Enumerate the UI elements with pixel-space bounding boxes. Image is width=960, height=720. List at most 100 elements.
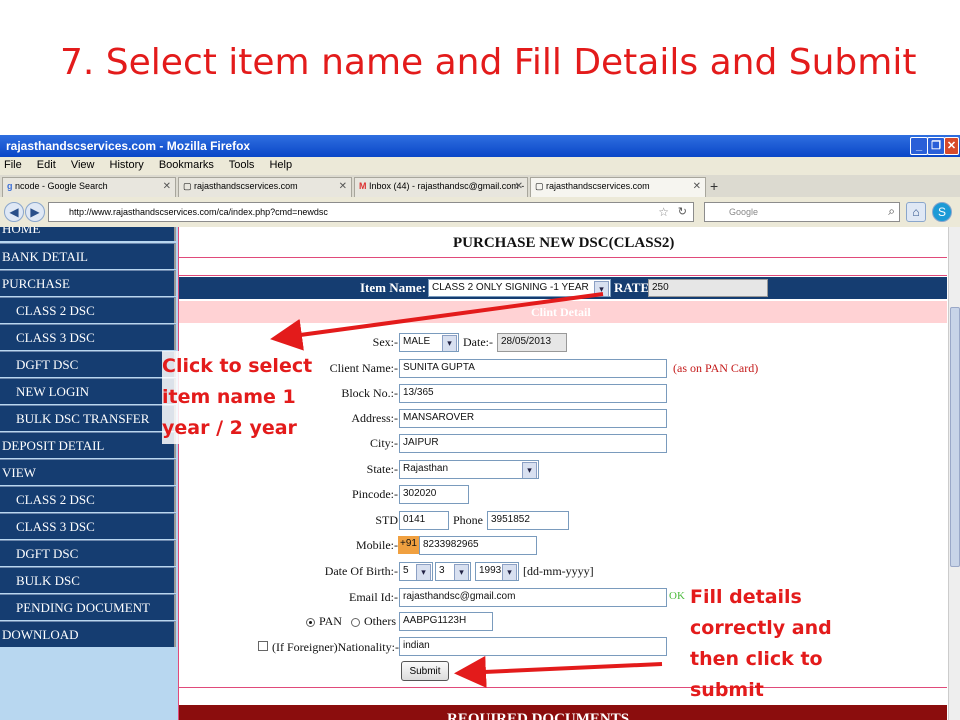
dob-year-select[interactable]: 1993 <box>475 562 519 581</box>
search-input[interactable]: Google ⌕ <box>704 202 900 222</box>
address-input[interactable]: MANSAROVER <box>399 409 667 428</box>
others-radio[interactable] <box>351 618 360 627</box>
back-icon[interactable]: ◀ <box>4 202 24 222</box>
sidebar-item-class2-dsc[interactable]: CLASS 2 DSC <box>0 297 176 323</box>
reload-icon[interactable]: ↻ <box>678 205 687 218</box>
foreigner-checkbox[interactable] <box>258 641 268 651</box>
sidebar-item-class3-dsc[interactable]: CLASS 3 DSC <box>0 324 176 350</box>
menu-file[interactable]: File <box>4 159 22 171</box>
scroll-thumb[interactable] <box>950 307 960 567</box>
maximize-icon[interactable]: ❐ <box>927 137 945 155</box>
bookmark-star-icon[interactable]: ☆ <box>658 205 669 219</box>
sex-select[interactable]: MALE <box>399 333 459 352</box>
sidebar-item-download[interactable]: DOWNLOAD <box>0 621 176 647</box>
dob-day-select[interactable]: 5 <box>399 562 433 581</box>
rate-field: 250 <box>648 279 768 297</box>
sidebar-item-view-class2-dsc[interactable]: CLASS 2 DSC <box>0 486 176 512</box>
dob-month-select[interactable]: 3 <box>435 562 471 581</box>
item-name-select[interactable]: CLASS 2 ONLY SIGNING -1 YEAR <box>428 279 611 297</box>
callout-line: correctly and <box>690 617 832 639</box>
pincode-input[interactable]: 302020 <box>399 485 469 504</box>
rate-value: 250 <box>652 282 669 293</box>
tab-label: Inbox (44) - rajasthandsc@gmail.com - G.… <box>369 181 528 191</box>
block-no-input[interactable]: 13/365 <box>399 384 667 403</box>
pincode-label: Pincode:- <box>352 487 398 501</box>
skype-icon[interactable]: S <box>932 202 952 222</box>
gmail-icon: M <box>359 181 367 191</box>
state-select[interactable]: Rajasthan <box>399 460 539 479</box>
menu-view[interactable]: View <box>71 159 95 171</box>
vertical-scrollbar[interactable] <box>948 227 960 720</box>
menu-help[interactable]: Help <box>269 159 292 171</box>
block-no-value: 13/365 <box>403 387 434 398</box>
sidebar-item-bulk-dsc-transfer[interactable]: BULK DSC TRANSFER <box>0 405 176 431</box>
callout-fill-submit: Fill details correctly and then click to… <box>690 582 832 706</box>
email-input[interactable]: rajasthandsc@gmail.com <box>399 588 667 607</box>
tab-close-icon[interactable]: ✕ <box>339 181 347 192</box>
pan-radio[interactable] <box>306 618 315 627</box>
sidebar-item-view-dgft-dsc[interactable]: DGFT DSC <box>0 540 176 566</box>
minimize-icon[interactable]: _ <box>910 137 928 155</box>
nationality-input[interactable]: indian <box>399 637 667 656</box>
forward-icon[interactable]: ▶ <box>25 202 45 222</box>
tab-label: ncode - Google Search <box>15 181 108 191</box>
state-value: Rajasthan <box>403 463 449 474</box>
menu-edit[interactable]: Edit <box>37 159 56 171</box>
sex-label: Sex:- <box>372 335 398 349</box>
dob-year-value: 1993 <box>479 565 502 576</box>
sidebar-item-bank-detail[interactable]: BANK DETAIL <box>0 243 176 269</box>
pan-number-input[interactable]: AABPG1123H <box>399 612 493 631</box>
tab-rajasthan-active[interactable]: ▢ rajasthandscservices.com ✕ <box>530 177 706 197</box>
date-field: 28/05/2013 <box>497 333 567 352</box>
pincode-value: 302020 <box>403 488 437 499</box>
tab-google-search[interactable]: g ncode - Google Search ✕ <box>2 177 176 197</box>
sidebar-item-bulk-dsc[interactable]: BULK DSC <box>0 567 176 593</box>
client-detail-header: Clint Detail <box>179 301 947 323</box>
url-input[interactable]: http://www.rajasthandscservices.com/ca/i… <box>48 202 694 222</box>
callout-line: Click to select <box>162 355 313 377</box>
search-placeholder: Google <box>729 207 759 217</box>
menu-history[interactable]: History <box>110 159 144 171</box>
callout-line: then click to <box>690 648 823 670</box>
client-name-input[interactable]: SUNITA GUPTA <box>399 359 667 378</box>
menu-tools[interactable]: Tools <box>229 159 255 171</box>
phone-input[interactable]: 3951852 <box>487 511 569 530</box>
sidebar-item-dgft-dsc[interactable]: DGFT DSC <box>0 351 176 377</box>
pan-number-value: AABPG1123H <box>403 615 467 626</box>
new-tab-icon[interactable]: + <box>710 178 718 194</box>
mobile-input[interactable]: 8233982965 <box>419 536 537 555</box>
tab-gmail-inbox[interactable]: M Inbox (44) - rajasthandsc@gmail.com - … <box>354 177 528 197</box>
window-titlebar: rajasthandscservices.com - Mozilla Firef… <box>0 135 960 157</box>
tab-close-icon[interactable]: ✕ <box>693 181 701 192</box>
sidebar-item-new-login[interactable]: NEW LOGIN <box>0 378 176 404</box>
nationality-label: (If Foreigner)Nationality:- <box>272 640 399 654</box>
tab-rajasthan-1[interactable]: ▢ rajasthandscservices.com ✕ <box>178 177 352 197</box>
city-input[interactable]: JAIPUR <box>399 434 667 453</box>
std-input[interactable]: 0141 <box>399 511 449 530</box>
pan-radio-label: PAN <box>319 614 342 628</box>
search-icon[interactable]: ⌕ <box>888 204 895 219</box>
sidebar-item-purchase[interactable]: PURCHASE <box>0 270 176 296</box>
submit-button[interactable]: Submit <box>401 661 449 681</box>
tab-close-icon[interactable]: ✕ <box>163 181 171 192</box>
sidebar: HOME BANK DETAIL PURCHASE CLASS 2 DSC CL… <box>0 227 178 720</box>
email-value: rajasthandsc@gmail.com <box>403 591 516 602</box>
page-icon: ▢ <box>183 181 192 191</box>
item-name-bar: Item Name: CLASS 2 ONLY SIGNING -1 YEAR … <box>179 277 947 299</box>
item-name-value: CLASS 2 ONLY SIGNING -1 YEAR <box>432 282 589 293</box>
dob-day-value: 5 <box>403 565 409 576</box>
required-documents-title: REQUIRED DOCUMENTS <box>447 711 630 720</box>
sidebar-item-deposit-detail[interactable]: DEPOSIT DETAIL <box>0 432 176 458</box>
google-icon: g <box>7 181 13 191</box>
tab-close-icon[interactable]: ✕ <box>515 181 523 192</box>
home-icon[interactable]: ⌂ <box>906 202 926 222</box>
menu-bar: File Edit View History Bookmarks Tools H… <box>0 157 960 175</box>
state-label: State:- <box>366 462 398 476</box>
sidebar-item-home[interactable]: HOME <box>0 227 176 241</box>
sidebar-item-view-class3-dsc[interactable]: CLASS 3 DSC <box>0 513 176 539</box>
sidebar-item-pending-document[interactable]: PENDING DOCUMENT <box>0 594 176 620</box>
sidebar-item-view[interactable]: VIEW <box>0 459 176 485</box>
window-title: rajasthandscservices.com - Mozilla Firef… <box>6 139 251 153</box>
close-icon[interactable]: ✕ <box>944 137 959 155</box>
menu-bookmarks[interactable]: Bookmarks <box>159 159 214 171</box>
